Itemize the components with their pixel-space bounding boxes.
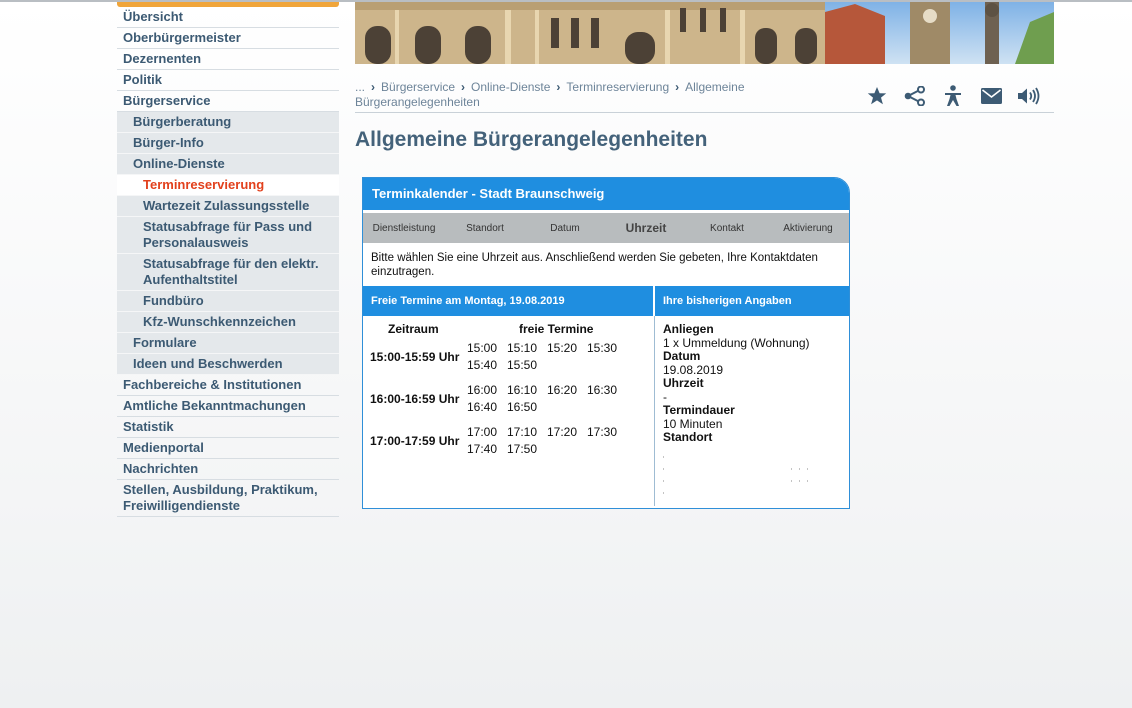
appointment-calendar: Terminkalender - Stadt Braunschweig Dien… (362, 177, 850, 509)
chevron-right-icon: › (556, 80, 561, 94)
time-slot-link[interactable]: 17:30 (587, 425, 617, 439)
page-title: Allgemeine Bürgerangelegenheiten (355, 128, 708, 151)
sidebar-item-online-dienste[interactable]: Online-Dienste (117, 154, 339, 175)
summary-anliegen-value: 1 x Ummeldung (Wohnung) (663, 335, 810, 350)
sidebar-nav: Übersicht Oberbürgermeister Dezernenten Pol… (117, 2, 339, 517)
time-slot-link[interactable]: 15:50 (507, 358, 537, 372)
free-slots-header: Freie Termine am Montag, 19.08.2019 (363, 286, 655, 316)
sidebar-item-fundbüro[interactable]: Fundbüro (117, 291, 339, 312)
step-kontakt: Kontakt (710, 222, 744, 234)
summary-dauer-value: 10 Minuten (663, 416, 723, 431)
sidebar-item-statusabfrage-für-pass-und-personalausweis[interactable]: Statusabfrage für Pass und Personalauswe… (117, 217, 339, 254)
sidebar-item-statusabfrage-für-den-elektr-aufenthaltstitel[interactable]: Statusabfrage für den elektr. Aufenthalt… (117, 254, 339, 291)
summary-uhrzeit-value: - (663, 389, 667, 404)
time-slot-link[interactable]: 16:20 (547, 383, 577, 397)
time-slot-link[interactable]: 15:10 (507, 341, 537, 355)
step-datum[interactable]: Datum (525, 223, 605, 234)
time-slot-link[interactable]: 15:00 (467, 341, 497, 355)
breadcrumb-buergerservice[interactable]: Bürgerservice (381, 80, 455, 94)
sidebar-item-amtliche-bekanntmachungen[interactable]: Amtliche Bekanntmachungen (117, 396, 339, 417)
summary-datum-label: Datum (663, 349, 701, 363)
summary-uhrzeit-label: Uhrzeit (663, 376, 704, 390)
summary-standort-label: Standort (663, 430, 713, 444)
time-slot-link[interactable]: 16:30 (587, 383, 617, 397)
summary-anliegen-label: Anliegen (663, 322, 714, 336)
header-image (355, 2, 1054, 64)
sidebar-item-ideen-und-beschwerden[interactable]: Ideen und Beschwerden (117, 354, 339, 375)
col-freie-termine: freie Termine (519, 322, 594, 336)
time-slot-link[interactable]: 15:30 (587, 341, 617, 355)
mail-icon[interactable] (972, 84, 1010, 108)
slot-range-label: 16:00-16:59 Uhr (370, 392, 460, 406)
sidebar-item-übersicht[interactable]: Übersicht (117, 7, 339, 28)
sidebar-item-formulare[interactable]: Formulare (117, 333, 339, 354)
time-slot-link[interactable]: 17:10 (507, 425, 537, 439)
summary-panel: Anliegen 1 x Ummeldung (Wohnung) Datum 1… (655, 316, 849, 506)
time-slot-link[interactable]: 16:50 (507, 400, 537, 414)
time-slot-link[interactable]: 17:50 (507, 442, 537, 456)
share-icon[interactable] (896, 84, 934, 108)
sidebar-item-terminreservierung[interactable]: Terminreservierung (117, 175, 339, 196)
header-divider (355, 112, 1054, 113)
step-indicator: Dienstleistung Standort Datum Uhrzeit Ko… (363, 213, 849, 243)
calendar-title: Terminkalender - Stadt Braunschweig (363, 178, 849, 210)
time-slot-link[interactable]: 17:20 (547, 425, 577, 439)
breadcrumb: ... › Bürgerservice › Online-Dienste › Terminr… (355, 80, 825, 110)
time-slot-table: Zeitraum freie Termine 15:00-15:59 Uhr 15… (363, 316, 655, 506)
instruction-text: Bitte wählen Sie eine Uhrzeit aus. Ansch… (371, 252, 818, 278)
sidebar-item-nachrichten[interactable]: Nachrichten (117, 459, 339, 480)
chevron-right-icon: › (371, 80, 376, 94)
breadcrumb-terminreservierung[interactable]: Terminreservierung (566, 80, 669, 94)
sidebar-item-fachbereiche-institutionen[interactable]: Fachbereiche & Institutionen (117, 375, 339, 396)
sidebar-item-bürgerservice[interactable]: Bürgerservice (117, 91, 339, 112)
sidebar-item-bürger-info[interactable]: Bürger-Info (117, 133, 339, 154)
sidebar-item-politik[interactable]: Politik (117, 70, 339, 91)
time-slot-link[interactable]: 16:10 (507, 383, 537, 397)
accessibility-icon[interactable] (934, 84, 972, 108)
step-aktivierung: Aktivierung (783, 222, 833, 234)
breadcrumb-online-dienste[interactable]: Online-Dienste (471, 80, 550, 94)
col-zeitraum: Zeitraum (388, 322, 439, 336)
speaker-icon[interactable] (1010, 84, 1048, 108)
step-uhrzeit: Uhrzeit (625, 221, 667, 235)
time-slot-link[interactable]: 16:00 (467, 383, 497, 397)
summary-datum-value: 19.08.2019 (663, 362, 724, 377)
chevron-right-icon: › (461, 80, 466, 94)
sidebar-item-dezernenten[interactable]: Dezernenten (117, 49, 339, 70)
step-dienstleistung[interactable]: Dienstleistung (363, 223, 445, 234)
sidebar-item-medienportal[interactable]: Medienportal (117, 438, 339, 459)
sidebar-item-stellen-ausbildung-praktikum-freiwilligendienste[interactable]: Stellen, Ausbildung, Praktikum, Freiwill… (117, 480, 339, 517)
sidebar-item-bürgerberatung[interactable]: Bürgerberatung (117, 112, 339, 133)
step-standort[interactable]: Standort (445, 223, 525, 234)
summary-dauer-label: Termindauer (663, 403, 735, 417)
summary-header: Ihre bisherigen Angaben (655, 286, 849, 316)
time-slot-link[interactable]: 16:40 (467, 400, 497, 414)
sidebar-item-statistik[interactable]: Statistik (117, 417, 339, 438)
page-tools (858, 84, 1048, 108)
sidebar-item-wartezeit-zulassungsstelle[interactable]: Wartezeit Zulassungsstelle (117, 196, 339, 217)
sidebar-item-kfz-wunschkennzeichen[interactable]: Kfz-Wunschkennzeichen (117, 312, 339, 333)
time-slot-link[interactable]: 15:20 (547, 341, 577, 355)
breadcrumb-ellipsis[interactable]: ... (355, 80, 365, 94)
time-slot-link[interactable]: 17:00 (467, 425, 497, 439)
slot-range-label: 17:00-17:59 Uhr (370, 434, 460, 448)
slot-range-label: 15:00-15:59 Uhr (370, 350, 460, 364)
redacted-address (663, 453, 813, 497)
sidebar-list: Übersicht Oberbürgermeister Dezernenten Pol… (117, 7, 339, 517)
chevron-right-icon: › (675, 80, 680, 94)
time-slot-link[interactable]: 17:40 (467, 442, 497, 456)
time-slot-link[interactable]: 15:40 (467, 358, 497, 372)
sidebar-item-oberbürgermeister[interactable]: Oberbürgermeister (117, 28, 339, 49)
star-icon[interactable] (858, 84, 896, 108)
